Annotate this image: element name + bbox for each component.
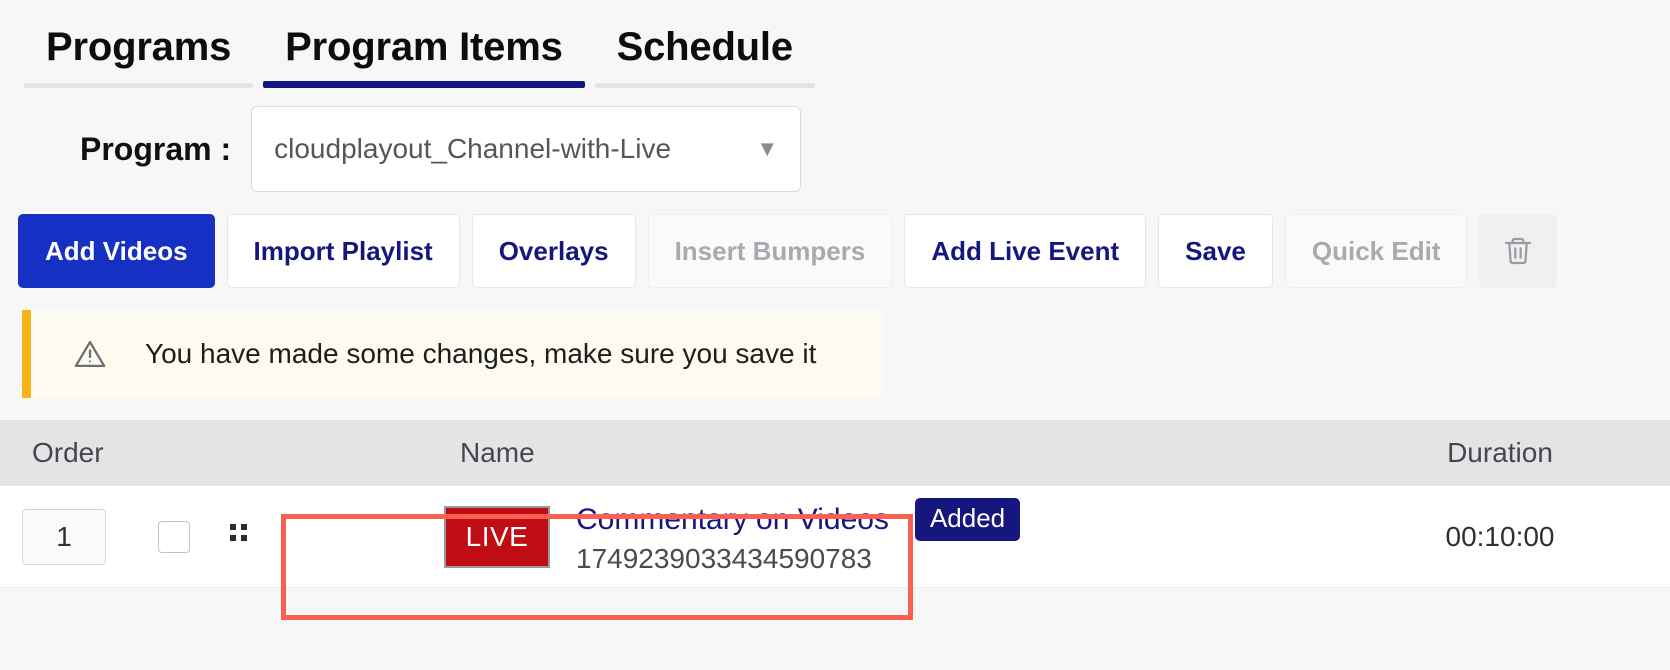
- tab-schedule[interactable]: Schedule: [595, 16, 815, 88]
- column-header-name: Name: [430, 437, 1330, 469]
- program-selector-row: Program : cloudplayout_Channel-with-Live…: [0, 106, 1670, 192]
- status-badge: Added: [915, 498, 1020, 541]
- unsaved-changes-banner: You have made some changes, make sure yo…: [22, 310, 882, 398]
- tab-program-items[interactable]: Program Items: [263, 16, 585, 88]
- insert-bumpers-button: Insert Bumpers: [648, 214, 893, 288]
- tab-programs-underline: [24, 83, 253, 88]
- item-name-link[interactable]: Commentary on Videos: [576, 503, 889, 537]
- tab-schedule-label: Schedule: [617, 27, 793, 77]
- action-toolbar: Add Videos Import Playlist Overlays Inse…: [0, 214, 1670, 288]
- cell-name: LIVE Commentary on Videos Added 17492390…: [430, 498, 1330, 575]
- save-button[interactable]: Save: [1158, 214, 1273, 288]
- column-header-order: Order: [0, 437, 430, 469]
- chevron-down-icon: ▼: [756, 136, 778, 162]
- delete-button[interactable]: [1479, 214, 1557, 288]
- tab-program-items-label: Program Items: [285, 27, 563, 77]
- drag-handle-icon[interactable]: [230, 524, 248, 550]
- live-badge-label: LIVE: [466, 521, 529, 553]
- tab-schedule-underline: [595, 83, 815, 88]
- program-dropdown-value: cloudplayout_Channel-with-Live: [274, 133, 671, 165]
- overlays-button[interactable]: Overlays: [472, 214, 636, 288]
- cell-order: 1: [0, 509, 430, 565]
- row-select-checkbox[interactable]: [158, 521, 190, 553]
- add-live-event-button[interactable]: Add Live Event: [904, 214, 1146, 288]
- program-items-page: Programs Program Items Schedule Program …: [0, 0, 1670, 670]
- cell-duration: 00:10:00: [1330, 521, 1670, 553]
- name-line: Commentary on Videos Added: [576, 498, 1020, 541]
- tab-programs[interactable]: Programs: [24, 16, 253, 88]
- item-id: 1749239033434590783: [576, 543, 1020, 575]
- tab-programs-label: Programs: [46, 27, 231, 77]
- import-playlist-button[interactable]: Import Playlist: [227, 214, 460, 288]
- column-header-duration: Duration: [1330, 437, 1670, 469]
- tab-bar: Programs Program Items Schedule: [0, 0, 1670, 88]
- trash-icon: [1502, 235, 1534, 267]
- program-items-table: Order Name Duration 1 LIVE Commentary on…: [0, 420, 1670, 588]
- quick-edit-button: Quick Edit: [1285, 214, 1468, 288]
- live-thumbnail: LIVE: [444, 506, 550, 568]
- name-block: Commentary on Videos Added 1749239033434…: [576, 498, 1020, 575]
- tab-program-items-underline: [263, 81, 585, 88]
- program-dropdown[interactable]: cloudplayout_Channel-with-Live ▼: [251, 106, 801, 192]
- add-videos-button[interactable]: Add Videos: [18, 214, 215, 288]
- table-row[interactable]: 1 LIVE Commentary on Videos Added 174923…: [0, 486, 1670, 588]
- unsaved-changes-message: You have made some changes, make sure yo…: [145, 338, 816, 370]
- order-number[interactable]: 1: [22, 509, 106, 565]
- warning-triangle-icon: [73, 337, 107, 371]
- table-header-row: Order Name Duration: [0, 420, 1670, 486]
- program-label: Program :: [80, 131, 231, 168]
